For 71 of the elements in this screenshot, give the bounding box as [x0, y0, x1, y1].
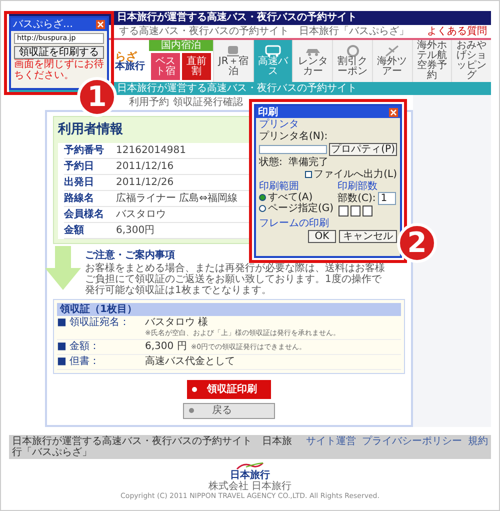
bus-icon [265, 45, 282, 57]
notes-text: お客様をまとめる場合、または再発行が必要な際は、送料はお客様ご負担にて領収証のご返送をお願い致しております。1度の操作で発行可能な領収証は1枚までとなります。 [85, 262, 386, 296]
properties-button[interactable]: プロパティ(P) [329, 143, 397, 156]
field-value: 2011/12/26 [116, 176, 174, 190]
field-value: 6,300円 [116, 224, 155, 238]
window-title: バスぷらざ… [13, 20, 73, 30]
field-label: 状態: [259, 157, 282, 168]
copies-field[interactable]: 1 [378, 192, 396, 205]
receipt-title: 領収証（1枚目） [57, 302, 401, 316]
nav-group-label: 国内宿泊 [149, 40, 213, 51]
radio-label: すべて(A) [268, 192, 313, 203]
nav-tile[interactable]: ベスト宿 [151, 53, 180, 80]
breadcrumb-item[interactable]: 利用予約 [129, 98, 169, 108]
field-value: バスタロウ 様 [145, 316, 208, 328]
footer-link[interactable]: 規約 [468, 436, 488, 446]
group-label: プリンタ [259, 119, 300, 130]
status-text: 準備完了 [288, 157, 328, 168]
print-button[interactable]: 領収証印刷 [187, 380, 271, 398]
section-title: 利用者情報 [58, 121, 123, 139]
breadcrumb-item: 領収証発行確認 [173, 98, 243, 108]
field-label: ■ 但書： [57, 356, 101, 368]
group-label: 印刷部数 [338, 181, 379, 192]
field-value: 高速バス代金として [145, 356, 235, 368]
checkbox-label: ファイルへ出力(L) [314, 169, 397, 180]
bullet-icon [189, 408, 194, 413]
logo-company: 本旅行 [115, 62, 146, 72]
field-label: プリンタ名(N): [259, 131, 329, 142]
logo-arc-icon [236, 462, 264, 470]
radio-button[interactable] [259, 194, 266, 201]
group-label: フレームの印刷 [259, 218, 330, 229]
notes-title: ご注意・ご案内事項 [85, 248, 176, 262]
company-name: 株式会社 日本旅行 [208, 480, 292, 492]
field-label: 予約日 [64, 160, 95, 174]
field-label: 路線名 [64, 192, 95, 206]
printer-select[interactable] [259, 145, 328, 154]
radio-button[interactable] [259, 205, 266, 212]
field-label: 金額 [64, 224, 85, 238]
footer-link[interactable]: サイト運営 [306, 436, 356, 446]
print-receipt-button[interactable]: 領収証を印刷する [14, 46, 104, 59]
field-value: 2011/12/16 [116, 160, 174, 174]
field-label: 部数(C): [338, 193, 376, 204]
dialog-button[interactable]: キャンセル [339, 230, 397, 243]
dialog-title: 印刷 [258, 106, 278, 118]
dialog-button[interactable]: OK [308, 230, 336, 243]
tagline: する高速バス・夜行バスの予約サイト 日本旅行「バスぷらざ」 [119, 26, 409, 36]
field-label: 会員様名 [64, 208, 105, 222]
footer-text: 日本旅行が運営する高速バス・夜行バスの予約サイト 日本旅行「バスぷらざ」 [12, 436, 293, 458]
field-label: 出発日 [64, 176, 95, 190]
field-value: 6,300 円 [145, 340, 187, 352]
field-label: 予約番号 [64, 144, 105, 158]
bullet-icon [192, 386, 197, 392]
close-icon[interactable] [96, 20, 105, 29]
radio-label: ページ指定(G) [268, 203, 334, 214]
checkbox[interactable] [304, 171, 312, 178]
field-value: バスタロウ [116, 208, 166, 222]
faq-link[interactable]: よくある質問 [427, 26, 487, 36]
group-label: 印刷範囲 [259, 181, 300, 192]
site-title: 日本旅行が運営する高速バス・夜行バスの予約サイト [117, 13, 357, 23]
field-label: ■ 金額： [57, 340, 101, 352]
back-button[interactable]: 戻る [183, 402, 275, 418]
footer-logo: 日本旅行 [230, 470, 270, 480]
down-arrow-icon [45, 246, 81, 290]
collate-icon [338, 205, 374, 217]
banner-text: 日本旅行が運営する高速バス・夜行バスの予約サイト [117, 84, 357, 94]
field-value: 12162014981 [116, 144, 186, 158]
close-icon[interactable] [389, 108, 398, 116]
nav-tile[interactable]: 直前割 [182, 53, 211, 80]
logo-text: らざ [115, 50, 138, 62]
field-label: ■ 領収証宛名： [57, 316, 131, 328]
field-value: 広福ライナー 広島⇔福岡線 [116, 192, 238, 206]
footer-link[interactable]: プライバシーポリシー [362, 436, 462, 446]
